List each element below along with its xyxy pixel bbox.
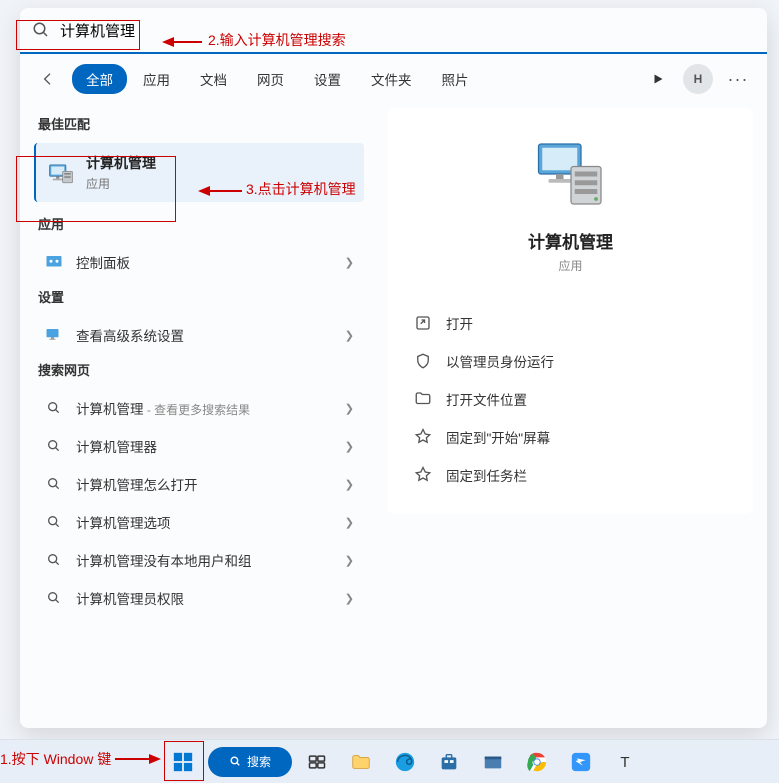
results-column: 最佳匹配 计算机管理 应用 应用 控制面板 ❯ 设置	[34, 108, 364, 718]
web-result[interactable]: 计算机管理 - 查看更多搜索结果 ❯	[34, 389, 364, 427]
action-open-location[interactable]: 打开文件位置	[408, 380, 733, 418]
tab-folders[interactable]: 文件夹	[357, 64, 426, 94]
search-icon	[44, 512, 64, 532]
best-match-subtitle: 应用	[86, 175, 156, 192]
search-input[interactable]	[60, 22, 755, 39]
list-item-label: 计算机管理	[76, 402, 144, 417]
chevron-right-icon: ❯	[345, 554, 354, 567]
text-tool-button[interactable]: T	[606, 743, 644, 781]
best-match-header: 最佳匹配	[34, 108, 364, 143]
action-open[interactable]: 打开	[408, 304, 733, 342]
shield-icon	[414, 352, 432, 370]
annotation-step2: 2.输入计算机管理搜索	[208, 30, 346, 50]
chevron-right-icon: ❯	[345, 329, 354, 342]
monitor-icon	[44, 325, 64, 345]
detail-column: 计算机管理 应用 打开 以管理员身份运行 打开文件位置 固定到"开始"屏幕	[388, 108, 753, 718]
store-button[interactable]	[430, 743, 468, 781]
search-icon	[44, 474, 64, 494]
pin-icon	[414, 428, 432, 446]
tab-settings[interactable]: 设置	[300, 64, 355, 94]
search-icon	[44, 550, 64, 570]
list-item-label: 查看高级系统设置	[76, 325, 345, 345]
action-label: 以管理员身份运行	[446, 351, 554, 371]
folder-icon	[414, 390, 432, 408]
list-item-label: 计算机管理选项	[76, 512, 345, 532]
taskbar-search-button[interactable]: 搜索	[208, 747, 292, 777]
dingtalk-button[interactable]	[562, 743, 600, 781]
task-view-button[interactable]	[298, 743, 336, 781]
list-item-label: 控制面板	[76, 252, 345, 272]
file-explorer-button[interactable]	[342, 743, 380, 781]
search-icon	[44, 588, 64, 608]
open-icon	[414, 314, 432, 332]
tab-documents[interactable]: 文档	[186, 64, 241, 94]
control-panel-icon	[44, 252, 64, 272]
web-result[interactable]: 计算机管理怎么打开 ❯	[34, 465, 364, 503]
search-icon	[32, 21, 50, 39]
action-label: 固定到"开始"屏幕	[446, 427, 550, 447]
more-button[interactable]: ···	[723, 64, 753, 94]
list-item-label: 计算机管理器	[76, 436, 345, 456]
action-label: 打开文件位置	[446, 389, 527, 409]
search-bar[interactable]	[20, 8, 767, 54]
search-panel: 全部 应用 文档 网页 设置 文件夹 照片 H ··· 最佳匹配 计算机管理 应…	[20, 8, 767, 728]
settings-header: 设置	[34, 281, 364, 316]
detail-title: 计算机管理	[408, 228, 733, 253]
chevron-right-icon: ❯	[345, 440, 354, 453]
chevron-right-icon: ❯	[345, 256, 354, 269]
tab-web[interactable]: 网页	[243, 64, 298, 94]
explorer-icon[interactable]	[474, 743, 512, 781]
action-label: 打开	[446, 313, 473, 333]
tabs-row: 全部 应用 文档 网页 设置 文件夹 照片 H ···	[20, 54, 767, 108]
taskbar-search-label: 搜索	[247, 753, 271, 770]
web-result[interactable]: 计算机管理器 ❯	[34, 427, 364, 465]
list-item-label: 计算机管理员权限	[76, 588, 345, 608]
list-item-label: 计算机管理没有本地用户和组	[76, 550, 345, 570]
tab-all[interactable]: 全部	[72, 64, 127, 94]
chevron-right-icon: ❯	[345, 592, 354, 605]
action-pin-taskbar[interactable]: 固定到任务栏	[408, 456, 733, 494]
action-label: 固定到任务栏	[446, 465, 527, 485]
user-avatar[interactable]: H	[683, 64, 713, 94]
play-button[interactable]	[643, 64, 673, 94]
back-button[interactable]	[34, 65, 62, 93]
chevron-right-icon: ❯	[345, 516, 354, 529]
pin-icon	[414, 466, 432, 484]
annotation-step1: 1.按下 Window 键	[0, 749, 111, 769]
computer-management-large-icon	[531, 134, 611, 214]
annotation-step1-row: 1.按下 Window 键	[0, 749, 161, 769]
detail-subtitle: 应用	[408, 257, 733, 274]
list-item-label: 计算机管理怎么打开	[76, 474, 345, 494]
start-button[interactable]	[164, 743, 202, 781]
search-icon	[44, 398, 64, 418]
apps-header: 应用	[34, 208, 364, 243]
detail-card: 计算机管理 应用 打开 以管理员身份运行 打开文件位置 固定到"开始"屏幕	[388, 108, 753, 514]
web-result[interactable]: 计算机管理员权限 ❯	[34, 579, 364, 617]
web-header: 搜索网页	[34, 354, 364, 389]
computer-management-icon	[48, 160, 74, 186]
action-pin-start[interactable]: 固定到"开始"屏幕	[408, 418, 733, 456]
web-result[interactable]: 计算机管理没有本地用户和组 ❯	[34, 541, 364, 579]
chevron-right-icon: ❯	[345, 478, 354, 491]
action-run-admin[interactable]: 以管理员身份运行	[408, 342, 733, 380]
edge-button[interactable]	[386, 743, 424, 781]
chrome-button[interactable]	[518, 743, 556, 781]
chevron-right-icon: ❯	[345, 402, 354, 415]
svg-text:T: T	[620, 754, 629, 771]
list-item-sub: - 查看更多搜索结果	[144, 403, 251, 417]
search-icon	[44, 436, 64, 456]
annotation-step3: 3.点击计算机管理	[246, 179, 356, 199]
tab-apps[interactable]: 应用	[129, 64, 184, 94]
app-control-panel[interactable]: 控制面板 ❯	[34, 243, 364, 281]
best-match-title: 计算机管理	[86, 153, 156, 173]
web-result[interactable]: 计算机管理选项 ❯	[34, 503, 364, 541]
setting-advanced-system[interactable]: 查看高级系统设置 ❯	[34, 316, 364, 354]
tab-photos[interactable]: 照片	[428, 64, 483, 94]
